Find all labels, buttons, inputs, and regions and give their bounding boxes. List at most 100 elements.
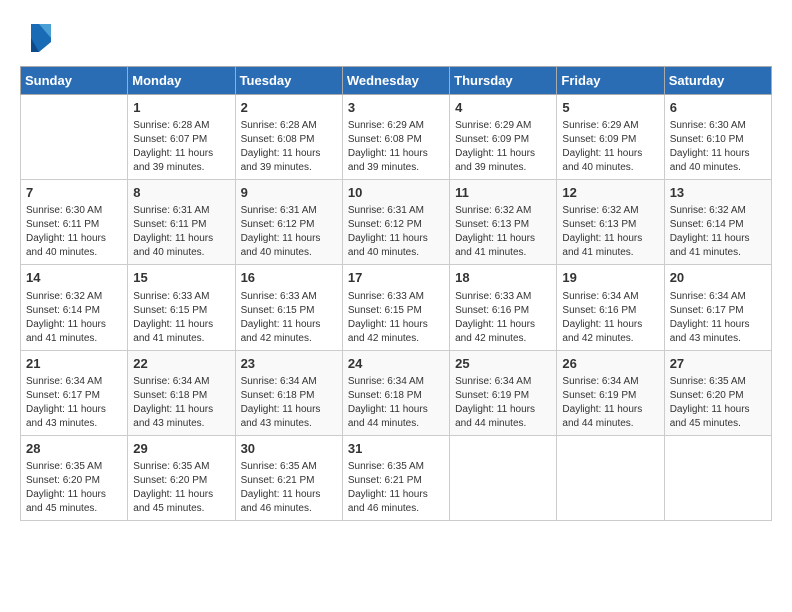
day-info: Sunrise: 6:32 AMSunset: 6:14 PMDaylight:… [670, 204, 766, 260]
day-info: Sunrise: 6:28 AMSunset: 6:08 PMDaylight:… [241, 119, 337, 175]
day-info: Sunrise: 6:34 AMSunset: 6:17 PMDaylight:… [670, 290, 766, 346]
day-number: 9 [241, 184, 337, 202]
calendar-cell: 13 Sunrise: 6:32 AMSunset: 6:14 PMDayligh… [664, 180, 771, 265]
weekday-header-sunday: Sunday [21, 67, 128, 95]
day-number: 3 [348, 99, 444, 117]
calendar-cell: 1 Sunrise: 6:28 AMSunset: 6:07 PMDaylight… [128, 95, 235, 180]
day-number: 1 [133, 99, 229, 117]
day-number: 10 [348, 184, 444, 202]
day-info: Sunrise: 6:29 AMSunset: 6:09 PMDaylight:… [455, 119, 551, 175]
calendar-week-3: 14 Sunrise: 6:32 AMSunset: 6:14 PMDayligh… [21, 265, 772, 350]
weekday-header-thursday: Thursday [450, 67, 557, 95]
calendar-cell: 2 Sunrise: 6:28 AMSunset: 6:08 PMDaylight… [235, 95, 342, 180]
calendar-cell [557, 435, 664, 520]
calendar-week-1: 1 Sunrise: 6:28 AMSunset: 6:07 PMDaylight… [21, 95, 772, 180]
day-info: Sunrise: 6:32 AMSunset: 6:13 PMDaylight:… [455, 204, 551, 260]
weekday-header-monday: Monday [128, 67, 235, 95]
calendar-cell: 3 Sunrise: 6:29 AMSunset: 6:08 PMDaylight… [342, 95, 449, 180]
day-info: Sunrise: 6:34 AMSunset: 6:19 PMDaylight:… [562, 375, 658, 431]
logo-icon [23, 20, 55, 56]
day-number: 22 [133, 355, 229, 373]
calendar-cell: 10 Sunrise: 6:31 AMSunset: 6:12 PMDayligh… [342, 180, 449, 265]
calendar-cell: 17Sunrise: 6:33 AMSunset: 6:15 PMDayligh… [342, 265, 449, 350]
weekday-header-row: SundayMondayTuesdayWednesdayThursdayFrid… [21, 67, 772, 95]
day-info: Sunrise: 6:29 AMSunset: 6:08 PMDaylight:… [348, 119, 444, 175]
day-info: Sunrise: 6:35 AMSunset: 6:21 PMDaylight:… [348, 460, 444, 516]
day-number: 28 [26, 440, 122, 458]
day-number: 7 [26, 184, 122, 202]
day-info: Sunrise: 6:31 AMSunset: 6:11 PMDaylight:… [133, 204, 229, 260]
day-number: 29 [133, 440, 229, 458]
day-number: 24 [348, 355, 444, 373]
day-info: Sunrise: 6:32 AMSunset: 6:14 PMDaylight:… [26, 290, 122, 346]
day-info: Sunrise: 6:34 AMSunset: 6:17 PMDaylight:… [26, 375, 122, 431]
day-number: 19 [562, 269, 658, 287]
calendar-cell: 30 Sunrise: 6:35 AMSunset: 6:21 PMDayligh… [235, 435, 342, 520]
calendar-cell [664, 435, 771, 520]
calendar-cell: 6Sunrise: 6:30 AMSunset: 6:10 PMDaylight… [664, 95, 771, 180]
calendar-cell [450, 435, 557, 520]
day-info: Sunrise: 6:34 AMSunset: 6:19 PMDaylight:… [455, 375, 551, 431]
calendar-cell: 14 Sunrise: 6:32 AMSunset: 6:14 PMDayligh… [21, 265, 128, 350]
calendar-cell: 26 Sunrise: 6:34 AMSunset: 6:19 PMDayligh… [557, 350, 664, 435]
calendar-cell: 5 Sunrise: 6:29 AMSunset: 6:09 PMDaylight… [557, 95, 664, 180]
day-info: Sunrise: 6:31 AMSunset: 6:12 PMDaylight:… [241, 204, 337, 260]
day-number: 17 [348, 269, 444, 287]
day-info: Sunrise: 6:35 AMSunset: 6:21 PMDaylight:… [241, 460, 337, 516]
day-info: Sunrise: 6:31 AMSunset: 6:12 PMDaylight:… [348, 204, 444, 260]
calendar-cell: 24Sunrise: 6:34 AMSunset: 6:18 PMDayligh… [342, 350, 449, 435]
calendar-cell: 28 Sunrise: 6:35 AMSunset: 6:20 PMDayligh… [21, 435, 128, 520]
day-info: Sunrise: 6:29 AMSunset: 6:09 PMDaylight:… [562, 119, 658, 175]
weekday-header-wednesday: Wednesday [342, 67, 449, 95]
page-header [20, 20, 772, 56]
day-info: Sunrise: 6:32 AMSunset: 6:13 PMDaylight:… [562, 204, 658, 260]
calendar-cell: 27 Sunrise: 6:35 AMSunset: 6:20 PMDayligh… [664, 350, 771, 435]
day-number: 20 [670, 269, 766, 287]
day-info: Sunrise: 6:30 AMSunset: 6:10 PMDaylight:… [670, 119, 766, 175]
day-info: Sunrise: 6:33 AMSunset: 6:15 PMDaylight:… [133, 290, 229, 346]
day-info: Sunrise: 6:33 AMSunset: 6:16 PMDaylight:… [455, 290, 551, 346]
day-number: 23 [241, 355, 337, 373]
day-number: 12 [562, 184, 658, 202]
calendar-cell: 19 Sunrise: 6:34 AMSunset: 6:16 PMDayligh… [557, 265, 664, 350]
day-info: Sunrise: 6:35 AMSunset: 6:20 PMDaylight:… [670, 375, 766, 431]
calendar-cell: 8 Sunrise: 6:31 AMSunset: 6:11 PMDaylight… [128, 180, 235, 265]
day-number: 16 [241, 269, 337, 287]
calendar-cell: 23 Sunrise: 6:34 AMSunset: 6:18 PMDayligh… [235, 350, 342, 435]
calendar-cell: 31 Sunrise: 6:35 AMSunset: 6:21 PMDayligh… [342, 435, 449, 520]
calendar-week-2: 7Sunrise: 6:30 AMSunset: 6:11 PMDaylight… [21, 180, 772, 265]
logo [20, 20, 55, 56]
day-number: 15 [133, 269, 229, 287]
day-number: 31 [348, 440, 444, 458]
day-number: 25 [455, 355, 551, 373]
day-number: 30 [241, 440, 337, 458]
calendar-cell: 29 Sunrise: 6:35 AMSunset: 6:20 PMDayligh… [128, 435, 235, 520]
weekday-header-tuesday: Tuesday [235, 67, 342, 95]
day-number: 2 [241, 99, 337, 117]
calendar-week-4: 21 Sunrise: 6:34 AMSunset: 6:17 PMDayligh… [21, 350, 772, 435]
day-info: Sunrise: 6:35 AMSunset: 6:20 PMDaylight:… [26, 460, 122, 516]
calendar-cell: 16 Sunrise: 6:33 AMSunset: 6:15 PMDayligh… [235, 265, 342, 350]
calendar-cell: 20 Sunrise: 6:34 AMSunset: 6:17 PMDayligh… [664, 265, 771, 350]
day-number: 14 [26, 269, 122, 287]
day-info: Sunrise: 6:28 AMSunset: 6:07 PMDaylight:… [133, 119, 229, 175]
day-number: 27 [670, 355, 766, 373]
day-number: 8 [133, 184, 229, 202]
calendar-table: SundayMondayTuesdayWednesdayThursdayFrid… [20, 66, 772, 521]
calendar-cell: 11 Sunrise: 6:32 AMSunset: 6:13 PMDayligh… [450, 180, 557, 265]
weekday-header-friday: Friday [557, 67, 664, 95]
day-info: Sunrise: 6:33 AMSunset: 6:15 PMDaylight:… [241, 290, 337, 346]
day-number: 4 [455, 99, 551, 117]
calendar-cell: 18 Sunrise: 6:33 AMSunset: 6:16 PMDayligh… [450, 265, 557, 350]
calendar-cell: 25 Sunrise: 6:34 AMSunset: 6:19 PMDayligh… [450, 350, 557, 435]
day-info: Sunrise: 6:35 AMSunset: 6:20 PMDaylight:… [133, 460, 229, 516]
day-number: 21 [26, 355, 122, 373]
day-number: 18 [455, 269, 551, 287]
calendar-cell: 9 Sunrise: 6:31 AMSunset: 6:12 PMDaylight… [235, 180, 342, 265]
day-info: Sunrise: 6:34 AMSunset: 6:18 PMDaylight:… [241, 375, 337, 431]
day-number: 13 [670, 184, 766, 202]
day-number: 5 [562, 99, 658, 117]
day-info: Sunrise: 6:34 AMSunset: 6:16 PMDaylight:… [562, 290, 658, 346]
day-number: 26 [562, 355, 658, 373]
day-number: 11 [455, 184, 551, 202]
